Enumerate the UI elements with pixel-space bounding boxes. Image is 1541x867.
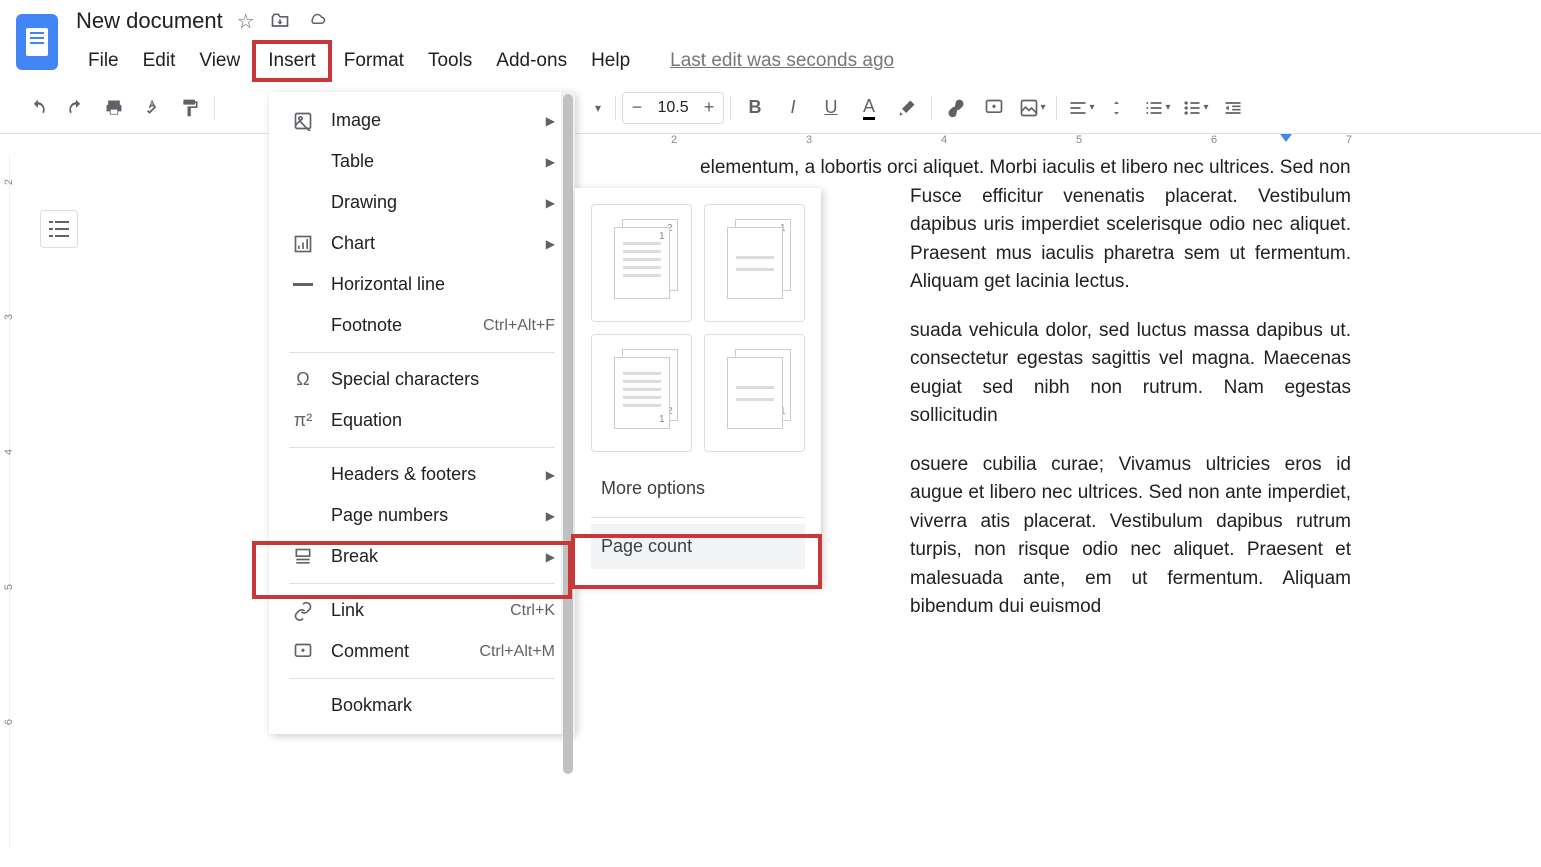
insert-chart[interactable]: Chart ▶: [269, 223, 575, 264]
pn-option-top-right[interactable]: 21: [591, 204, 692, 322]
menu-edit[interactable]: Edit: [131, 44, 188, 78]
insert-bookmark[interactable]: Bookmark: [269, 685, 575, 726]
link-button[interactable]: [938, 90, 974, 126]
insert-menu: Image ▶ Table ▶ Drawing ▶ Chart ▶ Horizo…: [269, 92, 575, 734]
doc-title[interactable]: New document: [76, 8, 223, 34]
page-numbers-submenu: 21 1 21 1 More options Page count: [575, 188, 821, 585]
line-spacing-button[interactable]: [1101, 90, 1137, 126]
chart-icon: [289, 234, 317, 254]
pn-option-top-right-skip[interactable]: 1: [704, 204, 805, 322]
header: New document ☆ File Edit View Insert For…: [0, 0, 1541, 82]
bold-button[interactable]: B: [737, 90, 773, 126]
doc-text-4: osuere cubilia curae; Vivamus ultricies …: [910, 451, 1351, 622]
break-icon: [289, 547, 317, 567]
insert-table[interactable]: Table ▶: [269, 141, 575, 182]
menu-insert[interactable]: Insert: [252, 40, 332, 82]
zoom-dropdown[interactable]: [583, 101, 609, 115]
cloud-icon[interactable]: [305, 12, 329, 30]
outline-button[interactable]: [40, 210, 78, 248]
pn-page-count[interactable]: Page count: [591, 524, 805, 569]
menu-view[interactable]: View: [187, 44, 252, 78]
insert-horizontal-line[interactable]: Horizontal line: [269, 264, 575, 305]
checklist-button[interactable]: ▾: [1139, 90, 1175, 126]
insert-break[interactable]: Break ▶: [269, 536, 575, 577]
text-color-button[interactable]: A: [851, 90, 887, 126]
font-size-decrease[interactable]: −: [623, 93, 651, 123]
italic-button[interactable]: I: [775, 90, 811, 126]
star-icon[interactable]: ☆: [237, 9, 255, 34]
spellcheck-button[interactable]: [134, 90, 170, 126]
submenu-arrow-icon: ▶: [546, 468, 555, 482]
insert-drawing[interactable]: Drawing ▶: [269, 182, 575, 223]
header-content: New document ☆ File Edit View Insert For…: [76, 8, 1525, 82]
undo-button[interactable]: [20, 90, 56, 126]
insert-equation[interactable]: π² Equation: [269, 400, 575, 441]
insert-link[interactable]: Link Ctrl+K: [269, 590, 575, 631]
print-button[interactable]: [96, 90, 132, 126]
align-button[interactable]: ▾: [1063, 90, 1099, 126]
submenu-arrow-icon: ▶: [546, 155, 555, 169]
font-size-control: − +: [622, 92, 724, 124]
redo-button[interactable]: [58, 90, 94, 126]
insert-comment[interactable]: Comment Ctrl+Alt+M: [269, 631, 575, 672]
submenu-arrow-icon: ▶: [546, 196, 555, 210]
comment-icon: [289, 642, 317, 662]
insert-headers-footers[interactable]: Headers & footers ▶: [269, 454, 575, 495]
insert-image[interactable]: Image ▶: [269, 100, 575, 141]
insert-footnote[interactable]: Footnote Ctrl+Alt+F: [269, 305, 575, 346]
pn-more-options[interactable]: More options: [591, 466, 805, 511]
menu-format[interactable]: Format: [332, 44, 416, 78]
indent-decrease-button[interactable]: [1215, 90, 1251, 126]
move-icon[interactable]: [269, 11, 291, 31]
pn-option-bottom-right-skip[interactable]: 1: [704, 334, 805, 452]
submenu-arrow-icon: ▶: [546, 550, 555, 564]
submenu-arrow-icon: ▶: [546, 114, 555, 128]
link-icon: [289, 601, 317, 621]
line-icon: [289, 283, 317, 287]
vertical-ruler[interactable]: 2 3 4 5 6: [0, 154, 10, 849]
toolbar: − + B I U A ▾ ▾ ▾ ▾: [0, 82, 1541, 134]
highlight-button[interactable]: [889, 90, 925, 126]
last-edit-link[interactable]: Last edit was seconds ago: [670, 50, 894, 72]
submenu-arrow-icon: ▶: [546, 237, 555, 251]
font-size-increase[interactable]: +: [695, 93, 723, 123]
submenu-arrow-icon: ▶: [546, 509, 555, 523]
pi-icon: π²: [289, 410, 317, 431]
omega-icon: Ω: [289, 369, 317, 390]
image-button[interactable]: ▾: [1014, 90, 1050, 126]
menubar: File Edit View Insert Format Tools Add-o…: [76, 40, 1525, 82]
doc-text-1: elementum, a lobortis orci aliquet. Morb…: [700, 154, 1351, 183]
insert-special-chars[interactable]: Ω Special characters: [269, 359, 575, 400]
font-size-input[interactable]: [651, 93, 695, 123]
underline-button[interactable]: U: [813, 90, 849, 126]
menu-addons[interactable]: Add-ons: [484, 44, 579, 78]
image-icon: [289, 111, 317, 131]
menu-help[interactable]: Help: [579, 44, 642, 78]
menu-file[interactable]: File: [76, 44, 131, 78]
doc-text-3: suada vehicula dolor, sed luctus massa d…: [910, 317, 1351, 431]
pn-option-bottom-right[interactable]: 21: [591, 334, 692, 452]
comment-button[interactable]: [976, 90, 1012, 126]
doc-text-2: Fusce efficitur venenatis placerat. Vest…: [910, 183, 1351, 297]
menu-tools[interactable]: Tools: [416, 44, 484, 78]
horizontal-ruler[interactable]: 2 3 4 5 6 7: [0, 134, 1541, 154]
docs-logo[interactable]: [16, 14, 58, 70]
bulleted-list-button[interactable]: ▾: [1177, 90, 1213, 126]
insert-page-numbers[interactable]: Page numbers ▶: [269, 495, 575, 536]
paint-format-button[interactable]: [172, 90, 208, 126]
